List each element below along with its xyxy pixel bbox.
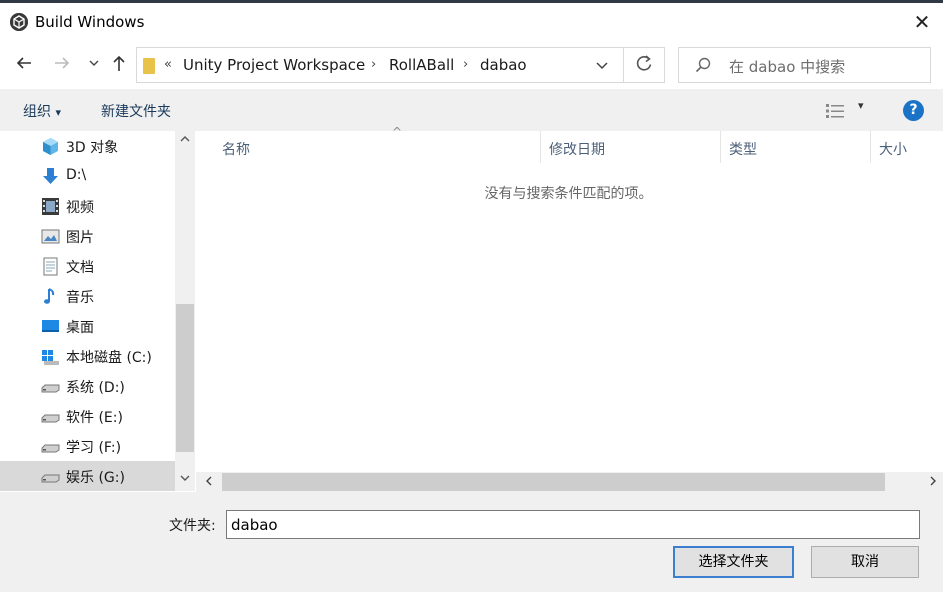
chevron-down-icon [89,60,99,66]
cancel-button[interactable]: 取消 [811,546,919,578]
sidebar-item-label: 本地磁盘 (C:) [66,350,152,366]
column-header-label: 类型 [729,142,757,158]
drive-icon [41,474,60,483]
arrow-right-icon [55,57,70,69]
sidebar-item-label: 学习 (F:) [66,440,122,456]
column-header-size[interactable]: 大小 [871,131,943,163]
sidebar-item-label: 图片 [66,230,94,246]
window-title: Build Windows [35,13,145,31]
sidebar-item-label: 文档 [66,260,94,276]
command-bar: 组织 ▾ 新建文件夹 ▾ ? [0,89,943,131]
sidebar-item-videos[interactable]: 视频 [0,191,175,221]
sidebar-item-drive-g[interactable]: 娱乐 (G:) [0,461,175,491]
scroll-right-icon[interactable] [928,474,938,491]
sidebar-item-music[interactable]: 音乐 [0,281,175,311]
sidebar-item-drive-f[interactable]: 学习 (F:) [0,431,175,461]
breadcrumb-item[interactable]: dabao [480,56,527,74]
column-header-modified[interactable]: 修改日期 [541,131,721,163]
unity-icon [10,13,28,31]
sidebar-item-label: D:\ [66,167,87,183]
breadcrumb-item[interactable]: RollABall [389,56,454,74]
organize-label: 组织 [23,104,51,120]
document-icon [43,257,58,276]
sidebar-item-label: 音乐 [66,290,94,306]
search-box[interactable]: 在 dabao 中搜索 [678,47,931,83]
address-dropdown-icon[interactable] [595,55,609,79]
navigation-bar: « Unity Project Workspace › RollABall › … [0,41,943,89]
file-list: 名称 ^ 修改日期 类型 大小 没有与搜索条件匹配的项。 [196,125,943,491]
column-header-type[interactable]: 类型 [721,131,871,163]
organize-button[interactable]: 组织 ▾ [23,101,61,121]
scrollbar-thumb[interactable] [222,473,885,491]
refresh-icon[interactable] [634,53,654,80]
title-bar: Build Windows ✕ [0,3,943,41]
chevron-right-icon[interactable]: › [463,57,468,72]
sidebar-item-label: 桌面 [66,320,94,336]
sort-ascending-icon: ^ [392,125,403,139]
windows-drive-icon [42,350,59,365]
column-header-label: 大小 [879,142,907,158]
breadcrumb-item[interactable]: Unity Project Workspace [183,56,365,74]
cube-icon [43,138,58,155]
recent-locations-button[interactable] [82,53,106,77]
column-header-name[interactable]: 名称 ^ [214,125,541,163]
view-options-icon[interactable] [826,104,844,118]
sidebar-item-pictures[interactable]: 图片 [0,221,175,251]
sidebar-item-d-root[interactable]: D:\ [0,161,175,191]
column-header-label: 修改日期 [549,142,605,158]
new-folder-button[interactable]: 新建文件夹 [101,101,171,121]
sidebar-scrollbar[interactable] [175,131,195,491]
scroll-left-icon[interactable] [204,474,214,491]
download-arrow-icon [43,168,58,184]
picture-icon [41,229,60,244]
chevron-right-icon[interactable]: › [371,57,376,72]
up-button[interactable] [107,53,131,77]
file-list-hscrollbar[interactable] [196,472,943,492]
arrow-up-icon [113,55,125,71]
video-icon [42,198,59,215]
sidebar-item-label: 娱乐 (G:) [66,470,125,486]
sidebar-item-label: 视频 [66,200,94,216]
drive-icon [41,444,60,453]
search-icon [695,57,711,73]
drive-icon [41,384,60,393]
forward-button[interactable] [50,53,74,77]
folder-label: 文件夹: [169,518,216,534]
drive-icon [41,414,60,423]
sidebar-item-label: 3D 对象 [66,140,119,156]
help-icon[interactable]: ? [903,100,924,121]
sidebar-item-drive-d[interactable]: 系统 (D:) [0,371,175,401]
close-button[interactable]: ✕ [911,11,933,33]
arrow-left-icon [16,57,31,69]
navigation-pane: 3D 对象 D:\ 视频 图片 文档 音乐 桌面 本地磁盘 (C:) 系统 (D… [0,131,195,491]
sidebar-item-3d-objects[interactable]: 3D 对象 [0,131,175,161]
scroll-up-icon[interactable] [179,134,191,147]
sidebar-item-drive-c[interactable]: 本地磁盘 (C:) [0,341,175,371]
view-dropdown-icon[interactable]: ▾ [858,99,864,112]
folder-name-input[interactable] [226,510,920,539]
folder-icon [143,58,155,74]
empty-message: 没有与搜索条件匹配的项。 [484,186,653,202]
sidebar-item-label: 系统 (D:) [66,380,125,396]
desktop-icon [42,320,59,332]
sidebar-item-label: 软件 (E:) [66,410,123,426]
select-folder-button[interactable]: 选择文件夹 [673,546,794,578]
breadcrumb-overflow[interactable]: « [164,57,172,72]
scrollbar-thumb[interactable] [176,304,194,452]
column-header-label: 名称 [222,142,250,158]
music-icon [44,288,55,304]
address-bar[interactable]: « Unity Project Workspace › RollABall › … [136,47,665,83]
divider [623,48,624,82]
caret-down-icon: ▾ [55,106,61,119]
search-placeholder[interactable]: 在 dabao 中搜索 [729,56,845,77]
back-button[interactable] [12,53,36,77]
sidebar-item-documents[interactable]: 文档 [0,251,175,281]
scroll-down-icon[interactable] [179,473,191,486]
dialog-footer: 文件夹: 选择文件夹 取消 [0,492,943,592]
sidebar-item-desktop[interactable]: 桌面 [0,311,175,341]
sidebar-item-drive-e[interactable]: 软件 (E:) [0,401,175,431]
